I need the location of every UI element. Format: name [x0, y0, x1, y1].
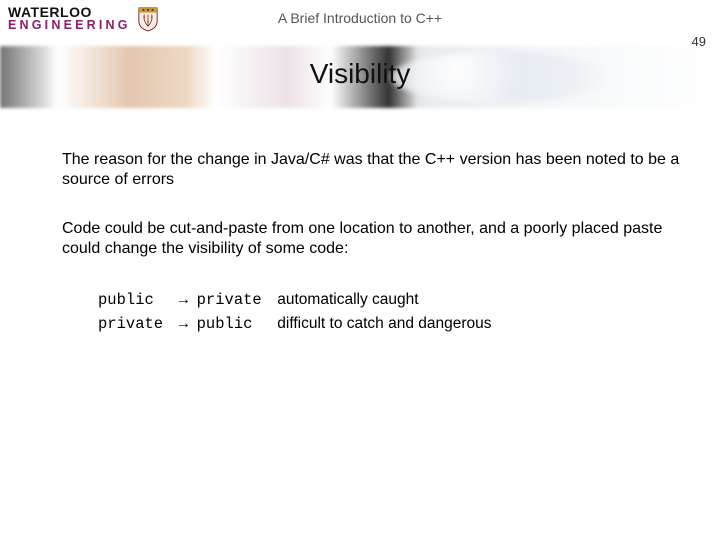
wordmark: WATERLOO ENGINEERING: [8, 6, 131, 31]
slide-body: The reason for the change in Java/C# was…: [62, 150, 680, 336]
example-row-1: public → private automatically caught: [98, 288, 680, 312]
slide-title: Visibility: [310, 58, 411, 90]
example-note: difficult to catch and dangerous: [277, 315, 491, 332]
example-row-2: private → public difficult to catch and …: [98, 312, 680, 336]
wordmark-bottom: ENGINEERING: [8, 20, 131, 32]
arrow-icon: →: [174, 312, 192, 335]
shield-icon: [137, 6, 159, 32]
keyword-to: public: [197, 313, 269, 336]
paragraph-1: The reason for the change in Java/C# was…: [62, 150, 680, 191]
example-note: automatically caught: [277, 291, 418, 308]
arrow-icon: →: [174, 288, 192, 311]
logo: WATERLOO ENGINEERING: [8, 6, 159, 32]
keyword-from: private: [98, 313, 170, 336]
document-title: A Brief Introduction to C++: [278, 10, 442, 26]
paragraph-2: Code could be cut-and-paste from one loc…: [62, 219, 680, 260]
keyword-to: private: [197, 289, 269, 312]
slide-header: WATERLOO ENGINEERING A Brief Introductio…: [0, 0, 720, 48]
keyword-from: public: [98, 289, 170, 312]
visibility-examples: public → private automatically caught pr…: [98, 288, 680, 337]
